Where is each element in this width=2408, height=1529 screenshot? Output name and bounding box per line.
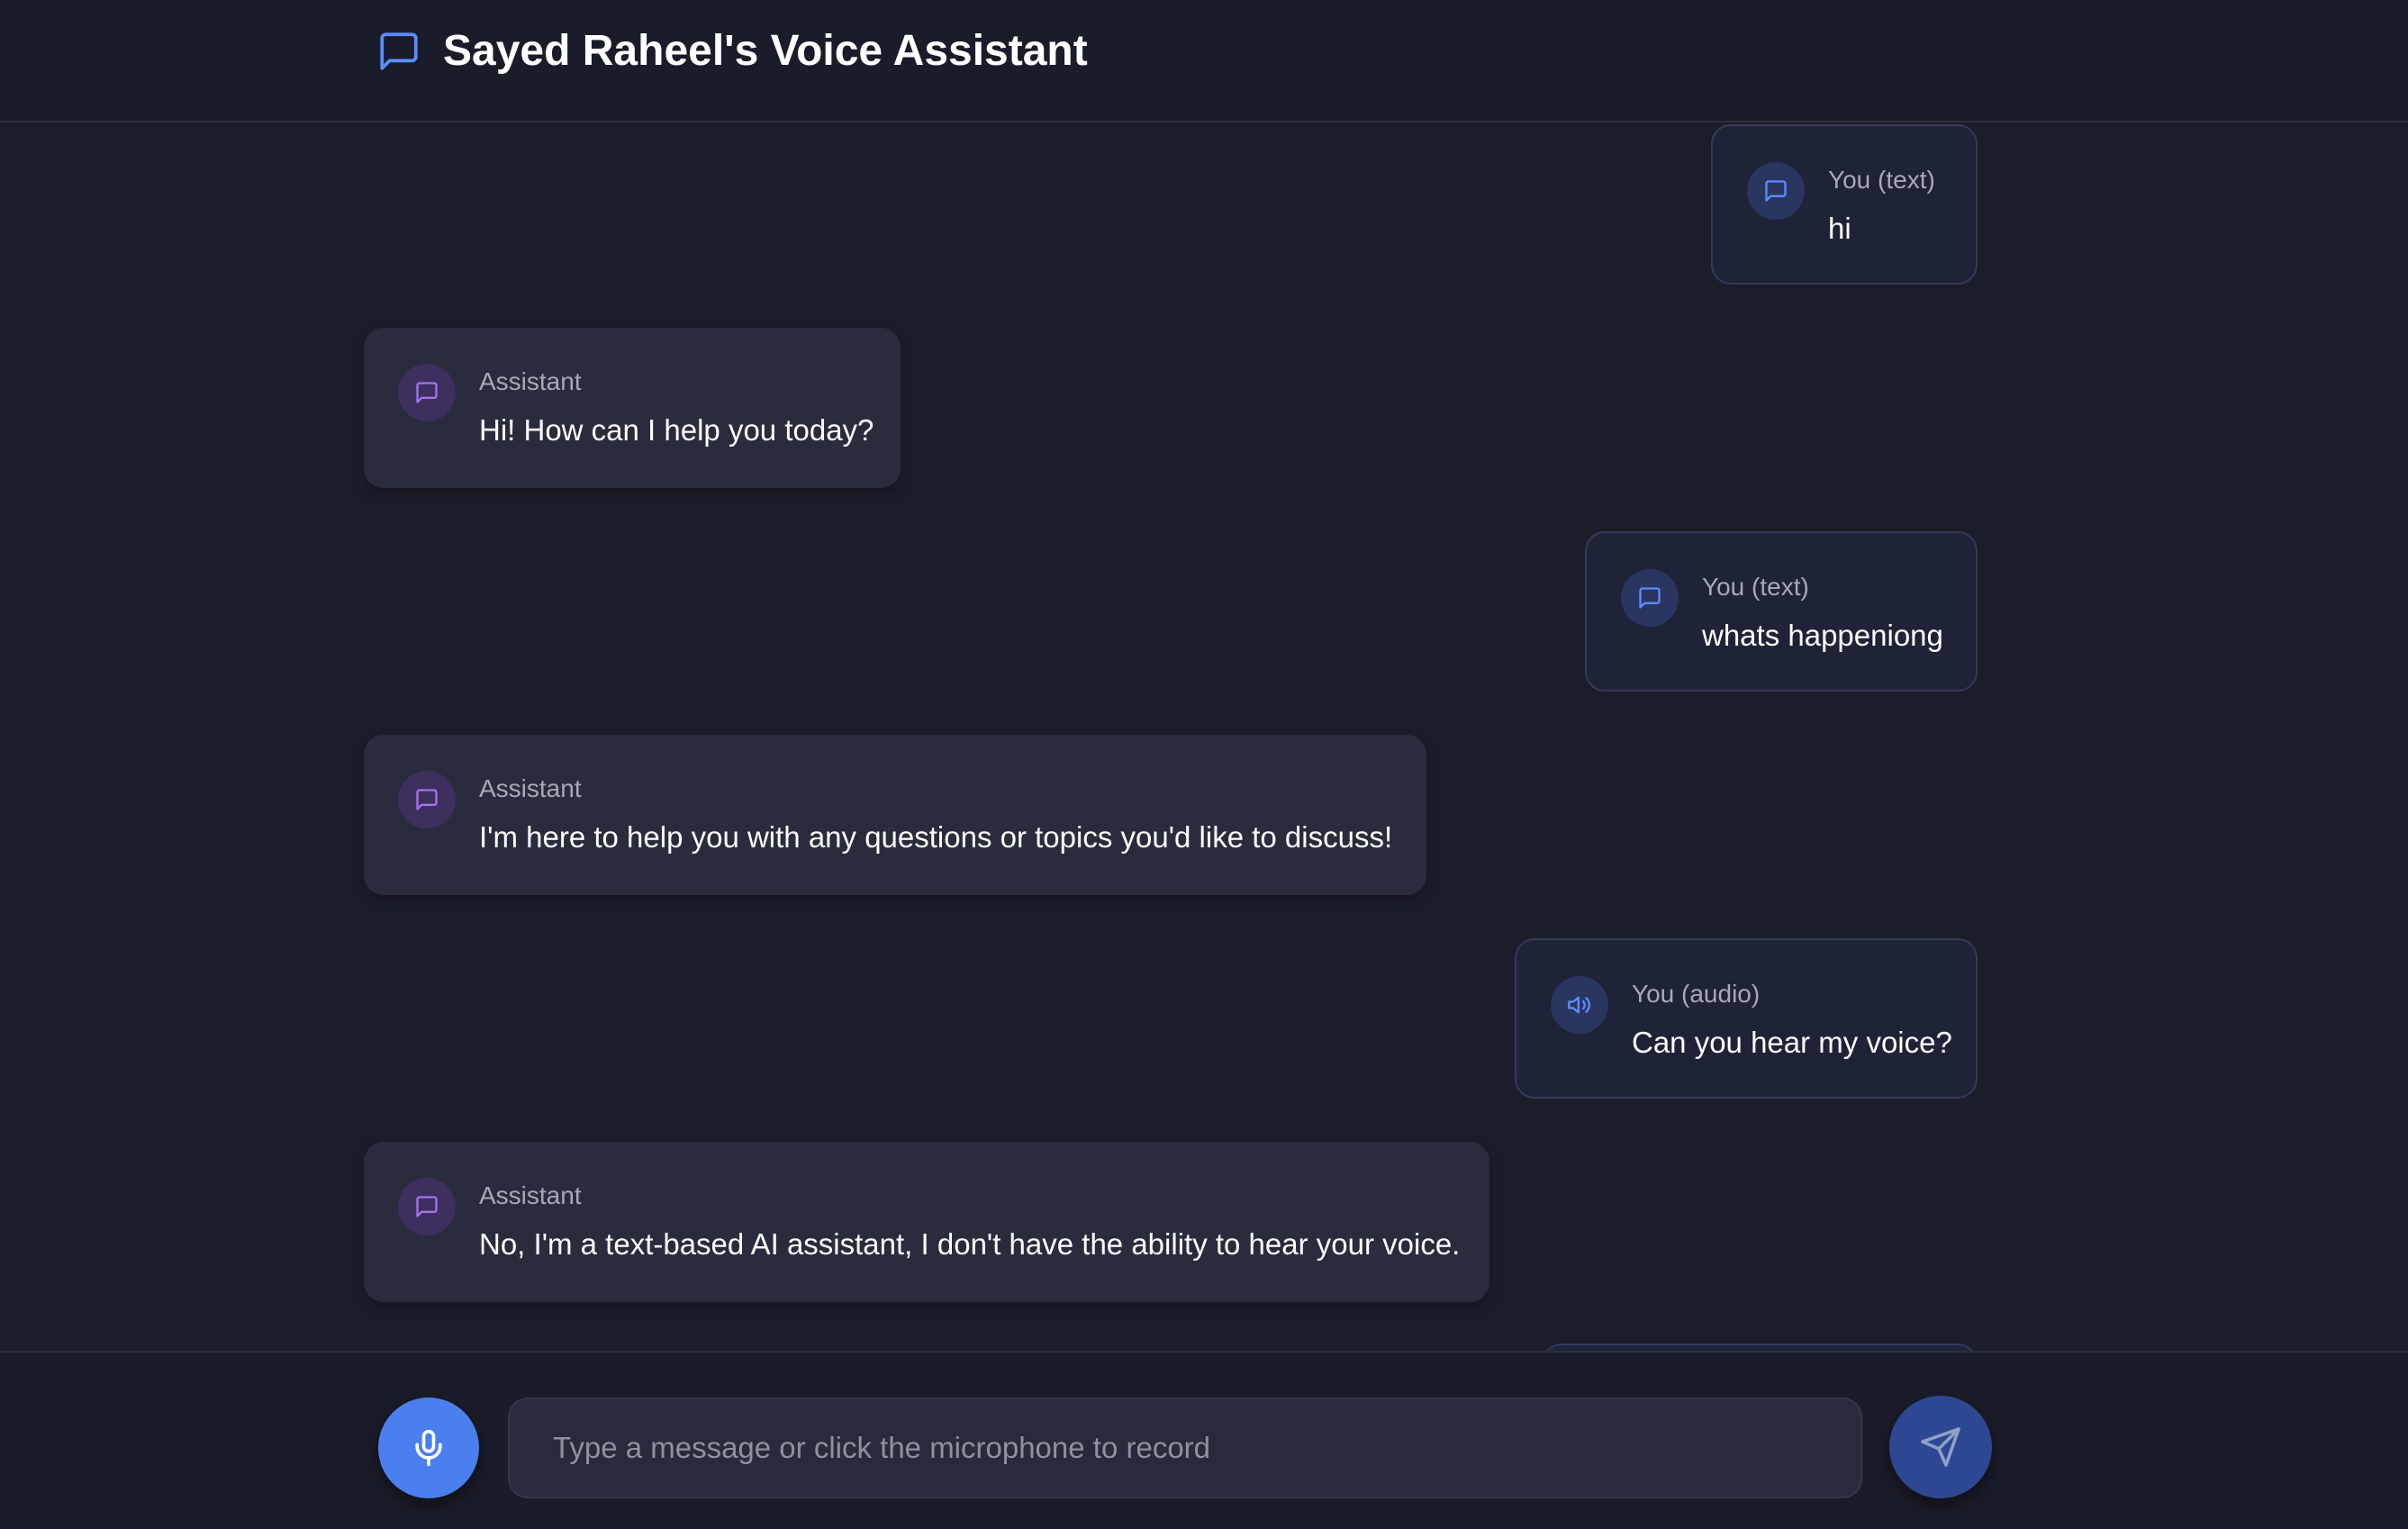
- message-avatar: [398, 771, 456, 828]
- page-title: Sayed Raheel's Voice Assistant: [443, 27, 1088, 75]
- message-sender: You (audio): [1632, 980, 1761, 1008]
- assistant-message: Assistant Hi! How can I help you today?: [364, 328, 901, 488]
- user-message: You (text) whats happeniong: [1585, 531, 1978, 692]
- message-sender: Assistant: [479, 774, 582, 802]
- message-sender: You (text): [1828, 166, 1935, 194]
- message-icon: [416, 382, 438, 403]
- message-input[interactable]: [508, 1398, 1862, 1498]
- message-avatar: [1621, 569, 1679, 627]
- message-sender: Assistant: [479, 367, 582, 395]
- message-avatar: [1747, 162, 1805, 220]
- microphone-icon: [415, 1429, 442, 1467]
- message-text: Can you hear my voice?: [1632, 1026, 1952, 1059]
- user-message: You (text) hi: [1711, 124, 1978, 285]
- send-icon: [1921, 1427, 1960, 1467]
- assistant-message: Assistant No, I'm a text-based AI assist…: [364, 1142, 1489, 1302]
- send-button[interactable]: [1889, 1396, 1992, 1498]
- assistant-message: Assistant I'm here to help you with any …: [364, 735, 1426, 895]
- chat-bubble-icon: [380, 32, 418, 70]
- message-avatar: [398, 364, 456, 421]
- record-button[interactable]: [378, 1398, 479, 1498]
- message-icon: [1639, 587, 1661, 609]
- message-text: No, I'm a text-based AI assistant, I don…: [479, 1227, 1461, 1261]
- chat-history[interactable]: You (text) hi Assistant Hi! How can I he…: [0, 122, 2408, 1351]
- message-text: hi: [1828, 212, 1851, 245]
- message-sender: You (text): [1702, 573, 1809, 601]
- message-sender: Assistant: [479, 1181, 582, 1209]
- speaker-icon: [1568, 996, 1590, 1014]
- message-text: I'm here to help you with any questions …: [479, 820, 1393, 854]
- partial-user-message: [1542, 1344, 1978, 1351]
- user-message: You (audio) Can you hear my voice?: [1515, 938, 1978, 1099]
- app-header: Sayed Raheel's Voice Assistant: [0, 0, 2408, 122]
- input-bar: [0, 1351, 2408, 1529]
- message-icon: [416, 1196, 438, 1217]
- message-text: whats happeniong: [1702, 619, 1943, 652]
- message-text: Hi! How can I help you today?: [479, 413, 874, 447]
- message-avatar: [1551, 976, 1608, 1034]
- message-icon: [416, 789, 438, 810]
- message-avatar: [398, 1178, 456, 1235]
- message-icon: [1765, 180, 1787, 202]
